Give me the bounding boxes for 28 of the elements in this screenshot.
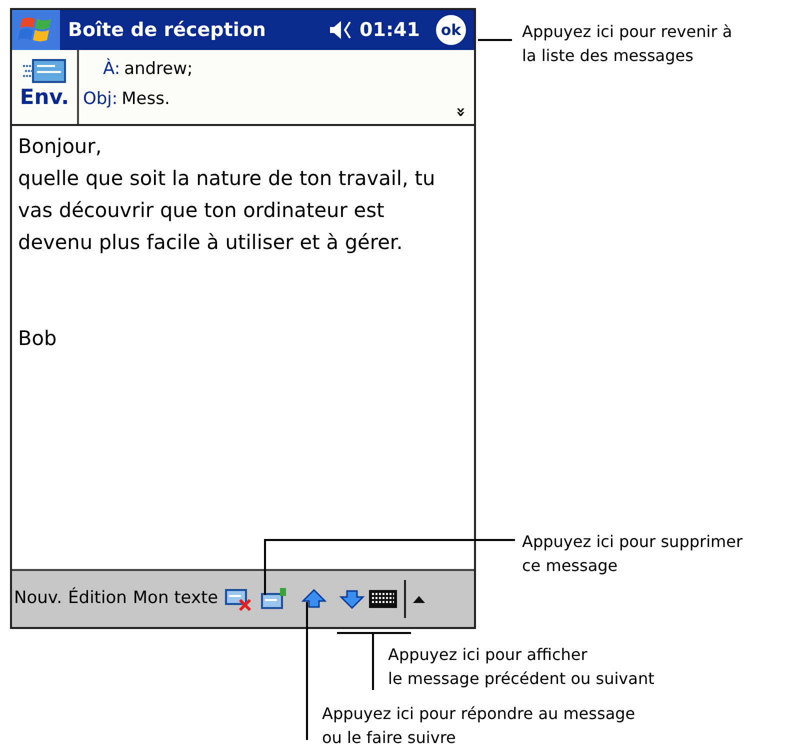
- message-line: Bonjour,: [18, 133, 102, 160]
- menu-item[interactable]: Édition: [68, 586, 127, 612]
- field-value[interactable]: andrew;: [124, 54, 193, 84]
- field-value[interactable]: Mess.: [122, 84, 170, 114]
- message-line: quelle que soit la nature de ton travail, tu: [18, 165, 436, 192]
- envelope-icon: [22, 58, 66, 84]
- caret-icon[interactable]: [412, 594, 426, 604]
- window-title: Boîte de réception: [68, 18, 267, 43]
- message-body[interactable]: Bonjour, quelle que soit la nature de ton travail, tu vas découvrir que ton ordinateur est devenu plus facile à utiliser et à gérer. Bob: [12, 126, 474, 569]
- down-arrow-icon[interactable]: [338, 588, 366, 610]
- ok-button[interactable]: ok: [436, 15, 466, 45]
- signature: Bob: [18, 325, 57, 352]
- field-label: Obj:: [83, 88, 118, 111]
- keyboard-icon[interactable]: [368, 588, 398, 610]
- message-line: vas découvrir que ton ordinateur est: [18, 197, 384, 224]
- expand-button[interactable]: »: [452, 106, 469, 118]
- callout-text: Appuyez ici pour revenir à la liste des messages: [522, 21, 732, 67]
- menu-item[interactable]: Mon texte: [132, 586, 218, 612]
- send-button[interactable]: Env.: [20, 84, 70, 110]
- callout-text: Appuyez ici pour répondre au message ou le faire suivre: [322, 703, 636, 749]
- up-arrow-icon[interactable]: [300, 588, 328, 610]
- start-button[interactable]: [12, 10, 60, 50]
- callout-text: Appuyez ici pour supprimer ce message: [522, 531, 743, 577]
- callout-text: Appuyez ici pour afficher le message précédent ou suivant: [388, 644, 654, 690]
- field-label: À:: [103, 57, 120, 81]
- menu-item[interactable]: Nouv.: [14, 586, 62, 612]
- clock: 01:41: [360, 18, 420, 43]
- message-line: devenu plus facile à utiliser et à gérer.: [18, 229, 403, 256]
